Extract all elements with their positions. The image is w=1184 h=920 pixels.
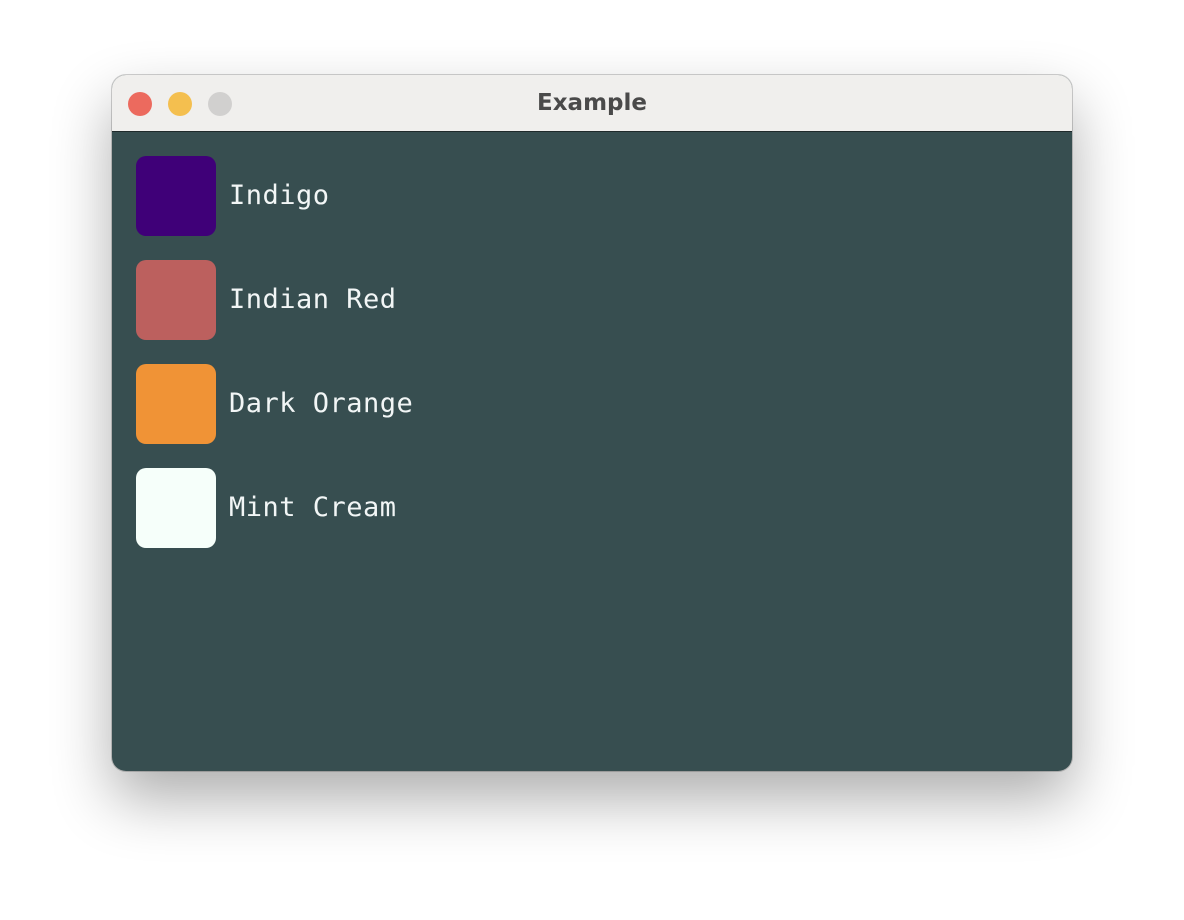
color-swatch <box>136 364 216 444</box>
color-row-dark-orange: Dark Orange <box>136 364 556 444</box>
window-title: Example <box>537 90 647 116</box>
color-row-indian-red: Indian Red <box>136 260 556 340</box>
color-swatch <box>136 156 216 236</box>
color-list: Indigo Indian Red Dark Orange Mint Cream <box>112 132 1072 771</box>
title-bar[interactable]: Example <box>112 75 1072 132</box>
color-label: Mint Cream <box>229 492 397 523</box>
color-row-mint-cream: Mint Cream <box>136 468 556 548</box>
color-label: Indigo <box>229 180 330 211</box>
color-row-indigo: Indigo <box>136 156 556 236</box>
app-window: Example Indigo Indian Red Dark Orange Mi… <box>112 75 1072 771</box>
color-swatch <box>136 468 216 548</box>
color-swatch <box>136 260 216 340</box>
color-label: Indian Red <box>229 284 397 315</box>
color-label: Dark Orange <box>229 388 414 419</box>
